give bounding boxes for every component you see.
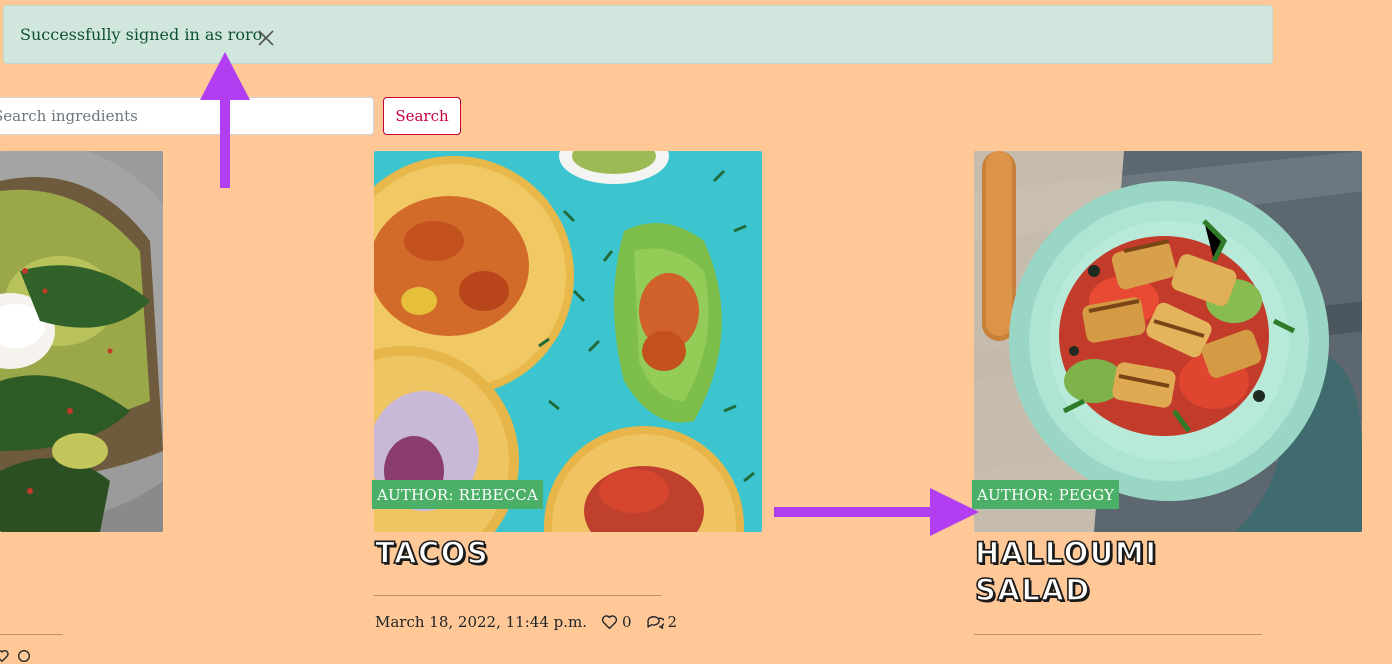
search-button[interactable]: Search <box>383 97 461 135</box>
recipe-date: March 18, 2022, 11:44 p.m. <box>375 613 587 631</box>
author-badge[interactable]: AUTHOR: REBECCA <box>372 480 543 509</box>
annotation-arrow-up <box>198 52 252 188</box>
recipe-title-line-1[interactable]: HALLOUMI <box>974 535 1158 571</box>
card-divider <box>974 634 1262 635</box>
comments-icon[interactable] <box>646 614 664 630</box>
recipe-image-halloumi-salad[interactable] <box>974 151 1362 532</box>
recipe-image-tacos[interactable] <box>374 151 762 532</box>
recipe-meta-partial <box>0 648 32 664</box>
recipe-image-avocado-toast[interactable] <box>0 151 163 532</box>
search-input[interactable]: Search ingredients <box>0 97 374 135</box>
alert-message: Successfully signed in as roro. <box>20 25 268 44</box>
card-divider <box>374 595 662 596</box>
comments-icon <box>18 650 30 662</box>
recipe-title[interactable]: TACOS <box>374 535 489 571</box>
recipe-title-line-2[interactable]: SALAD <box>974 572 1091 608</box>
author-badge[interactable]: AUTHOR: PEGGY <box>972 480 1120 509</box>
heart-icon <box>0 650 9 663</box>
close-icon[interactable] <box>254 26 278 50</box>
recipe-meta: March 18, 2022, 11:44 p.m. 0 2 <box>375 613 677 631</box>
annotation-arrow-right <box>774 486 979 538</box>
card-divider <box>0 634 63 635</box>
success-alert: Successfully signed in as roro. <box>3 5 1273 64</box>
comment-count: 2 <box>667 613 678 631</box>
heart-icon[interactable] <box>601 614 618 630</box>
like-count: 0 <box>622 613 632 631</box>
